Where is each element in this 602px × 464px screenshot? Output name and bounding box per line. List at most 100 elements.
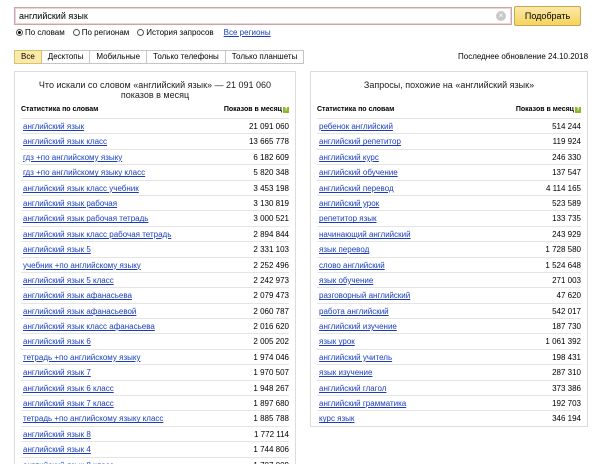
- impressions-count: 13 665 778: [248, 137, 289, 147]
- query-link[interactable]: английский грамматика: [319, 399, 406, 408]
- query-link[interactable]: ребенок английский: [319, 122, 393, 131]
- query-link[interactable]: курс язык: [319, 414, 354, 423]
- table-row: репетитор язык 133 735: [317, 210, 581, 225]
- query-link[interactable]: язык обучение: [319, 276, 373, 285]
- query-link[interactable]: английский язык рабочая: [23, 199, 117, 208]
- query-link[interactable]: английский язык афанасьевой: [23, 307, 136, 316]
- table-row: слово английский 1 524 648: [317, 256, 581, 272]
- impressions-count: 287 310: [552, 368, 581, 378]
- query-link[interactable]: тетрадь +по английскому языку класс: [23, 414, 163, 423]
- col-count-header: Показов в месяц?: [224, 106, 289, 113]
- impressions-count: 187 730: [552, 322, 581, 332]
- query-link[interactable]: английский язык класс рабочая тетрадь: [23, 230, 171, 239]
- query-link[interactable]: разговорный английский: [319, 291, 410, 300]
- clear-icon[interactable]: ×: [496, 11, 506, 21]
- impressions-count: 6 182 609: [253, 152, 289, 162]
- query-link[interactable]: английский язык рабочая тетрадь: [23, 214, 148, 223]
- help-icon[interactable]: ?: [283, 107, 289, 113]
- regions-link[interactable]: Все регионы: [224, 28, 271, 37]
- impressions-count: 2 331 103: [253, 245, 289, 255]
- search-input[interactable]: английский язык ×: [14, 7, 512, 25]
- search-button[interactable]: Подобрать: [514, 6, 581, 26]
- query-link[interactable]: английский язык афанасьева: [23, 291, 132, 300]
- impressions-count: 2 005 202: [253, 337, 289, 347]
- query-link[interactable]: учебник +по английскому языку: [23, 261, 141, 270]
- mode-by-regions[interactable]: По регионам: [72, 27, 130, 37]
- query-link[interactable]: английский язык 7: [23, 368, 91, 377]
- tab-phones-only[interactable]: Только телефоны: [147, 50, 226, 64]
- query-link[interactable]: английский язык: [23, 122, 84, 131]
- query-link[interactable]: репетитор язык: [319, 214, 377, 223]
- impressions-count: 21 091 060: [248, 122, 289, 131]
- table-row: английский язык класс афанасьева 2 016 62…: [21, 318, 289, 333]
- help-icon[interactable]: ?: [575, 107, 581, 113]
- query-link[interactable]: английский язык 8: [23, 430, 91, 439]
- query-link[interactable]: английский язык 5: [23, 245, 91, 254]
- query-link[interactable]: английский язык класс учебник: [23, 184, 139, 193]
- query-link[interactable]: язык перевод: [319, 245, 369, 254]
- impressions-count: 246 330: [552, 152, 581, 162]
- left-panel-title: Что искали со словом «английский язык» —…: [38, 80, 272, 100]
- query-link[interactable]: гдз +по английскому языку класс: [23, 168, 145, 177]
- table-row: язык перевод 1 728 580: [317, 241, 581, 256]
- col-query-header: Статистика по словам: [317, 106, 395, 113]
- query-link[interactable]: английский перевод: [319, 184, 394, 193]
- query-link[interactable]: английский язык класс: [23, 137, 107, 146]
- left-table-body: английский язык 21 091 060 английский язык…: [21, 118, 289, 464]
- query-link[interactable]: гдз +по английскому языку: [23, 153, 122, 162]
- col-count-header: Показов в месяц?: [516, 106, 581, 113]
- query-link[interactable]: язык урок: [319, 337, 355, 346]
- impressions-count: 1 061 392: [545, 337, 581, 347]
- query-link[interactable]: слово английский: [319, 261, 385, 270]
- impressions-count: 198 431: [552, 352, 581, 362]
- table-row: английский учитель 198 431: [317, 348, 581, 364]
- query-link[interactable]: английский глагол: [319, 384, 386, 393]
- col-query-header: Статистика по словам: [21, 106, 99, 113]
- mode-history[interactable]: История запросов: [137, 28, 214, 37]
- impressions-count: 3 453 198: [253, 183, 289, 193]
- query-link[interactable]: начинающий английский: [319, 230, 411, 239]
- table-row: курс язык 346 194: [317, 410, 581, 425]
- impressions-count: 3 000 521: [253, 214, 289, 224]
- tab-desktops[interactable]: Десктопы: [41, 50, 91, 64]
- query-link[interactable]: английский язык 4: [23, 445, 91, 454]
- impressions-count: 1 744 806: [253, 445, 289, 455]
- query-link[interactable]: английский обучение: [319, 168, 398, 177]
- query-link[interactable]: английский язык 5 класс: [23, 276, 114, 285]
- table-row: английский язык 8 1 772 114: [21, 425, 289, 441]
- right-panel-title: Запросы, похожие на «английский язык»: [363, 80, 535, 90]
- impressions-count: 346 194: [552, 414, 581, 424]
- mode-label: По регионам: [81, 27, 130, 37]
- tab-all[interactable]: Все: [14, 50, 42, 64]
- query-link[interactable]: английский язык 6: [23, 337, 91, 346]
- tab-tablets-only[interactable]: Только планшеты: [225, 50, 305, 64]
- query-link[interactable]: тетрадь +по английскому языку: [23, 353, 140, 362]
- query-link[interactable]: английский язык 7 класс: [23, 399, 114, 408]
- table-row: тетрадь +по английскому языку 1 974 046: [21, 348, 289, 364]
- radio-icon: [16, 28, 23, 36]
- query-link[interactable]: язык изучение: [319, 368, 372, 377]
- table-row: английский язык афанасьевой 2 060 787: [21, 302, 289, 318]
- table-row: английский перевод 4 114 165: [317, 179, 581, 195]
- query-link[interactable]: английский учитель: [319, 353, 392, 362]
- impressions-count: 2 079 473: [253, 291, 289, 301]
- query-link[interactable]: английский язык класс афанасьева: [23, 322, 155, 331]
- query-link[interactable]: работа английский: [319, 307, 389, 316]
- table-row: разговорный английский 47 620: [317, 287, 581, 302]
- radio-icon: [137, 28, 145, 36]
- impressions-count: 192 703: [552, 399, 581, 409]
- query-link[interactable]: английский урок: [319, 199, 379, 208]
- query-link[interactable]: английский язык 8 класс: [23, 461, 114, 464]
- impressions-count: 47 620: [556, 291, 581, 301]
- table-row: язык урок 1 061 392: [317, 333, 581, 348]
- query-link[interactable]: английский репетитор: [319, 137, 401, 146]
- query-link[interactable]: английский изучение: [319, 322, 397, 331]
- query-link[interactable]: английский курс: [319, 153, 379, 162]
- table-row: английский язык 8 класс 1 707 009: [21, 456, 289, 464]
- impressions-count: 1 948 267: [253, 383, 289, 393]
- mode-by-words[interactable]: По словам: [16, 28, 65, 37]
- top-bar: английский язык × Подобрать По словам По…: [0, 0, 602, 38]
- tab-mobile[interactable]: Мобильные: [90, 50, 148, 64]
- query-link[interactable]: английский язык 6 класс: [23, 384, 114, 393]
- impressions-count: 1 974 046: [253, 352, 289, 362]
